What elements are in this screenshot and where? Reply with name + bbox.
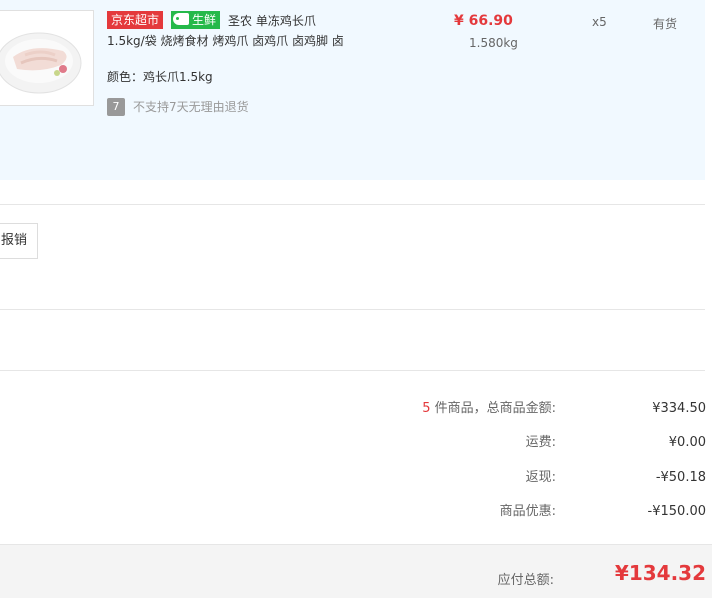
summary-shipping-row: 运费: ¥0.00: [0, 433, 712, 453]
discount-value: -¥150.00: [647, 504, 706, 519]
total-bar: 应付总额: ¥134.32: [0, 544, 712, 598]
discount-label: 商品优惠:: [499, 504, 556, 519]
spec-value: 鸡长爪1.5kg: [143, 70, 213, 84]
stock-status: 有货: [653, 17, 678, 31]
total-value: ¥134.32: [614, 561, 706, 585]
product-title-line2[interactable]: 1.5kg/袋 烧烤食材 烤鸡爪 卤鸡爪 卤鸡脚 卤: [107, 34, 344, 48]
items-total-value: ¥334.50: [652, 401, 706, 416]
product-item: 京东超市 生鲜 圣农 单冻鸡长爪 1.5kg/袋 烧烤食材 烤鸡爪 卤鸡爪 卤鸡脚 …: [0, 0, 705, 180]
divider: [0, 309, 705, 310]
cashback-value: -¥50.18: [655, 470, 706, 485]
product-weight: 1.580kg: [469, 36, 518, 50]
total-label: 应付总额:: [497, 573, 554, 588]
divider: [0, 370, 705, 371]
unit-price: ¥ 66.90: [454, 13, 513, 29]
summary-discount-row: 商品优惠: -¥150.00: [0, 502, 712, 522]
return-policy-text: 不支持7天无理由退货: [133, 100, 249, 114]
product-spec: 颜色：鸡长爪1.5kg: [107, 68, 213, 85]
shipping-label: 运费:: [525, 435, 556, 450]
fresh-badge: 生鲜: [171, 11, 221, 29]
product-title[interactable]: 京东超市 生鲜 圣农 单冻鸡长爪 1.5kg/袋 烧烤食材 烤鸡爪 卤鸡爪 卤鸡脚 …: [107, 11, 437, 51]
product-image[interactable]: [0, 10, 94, 106]
items-total-text: 件商品，总商品金额:: [430, 401, 556, 416]
product-title-line1[interactable]: 圣农 单冻鸡长爪: [228, 14, 316, 28]
summary-items-row: 5 件商品，总商品金额: ¥334.50: [0, 399, 712, 419]
spec-label: 颜色：: [107, 70, 144, 84]
seven-day-return-icon: 7: [107, 98, 125, 116]
invoice-button[interactable]: 报销: [0, 223, 38, 259]
cashback-label: 返现:: [525, 470, 556, 485]
summary-cashback-row: 返现: -¥50.18: [0, 468, 712, 488]
quantity: x5: [592, 15, 607, 29]
fish-icon: [173, 13, 190, 25]
jd-supermarket-badge: 京东超市: [107, 11, 164, 29]
fresh-badge-label: 生鲜: [192, 13, 217, 27]
return-policy: 7 不支持7天无理由退货: [107, 98, 249, 116]
shipping-value: ¥0.00: [668, 435, 706, 450]
items-total-label: 5 件商品，总商品金额:: [422, 399, 556, 419]
divider: [0, 204, 705, 205]
